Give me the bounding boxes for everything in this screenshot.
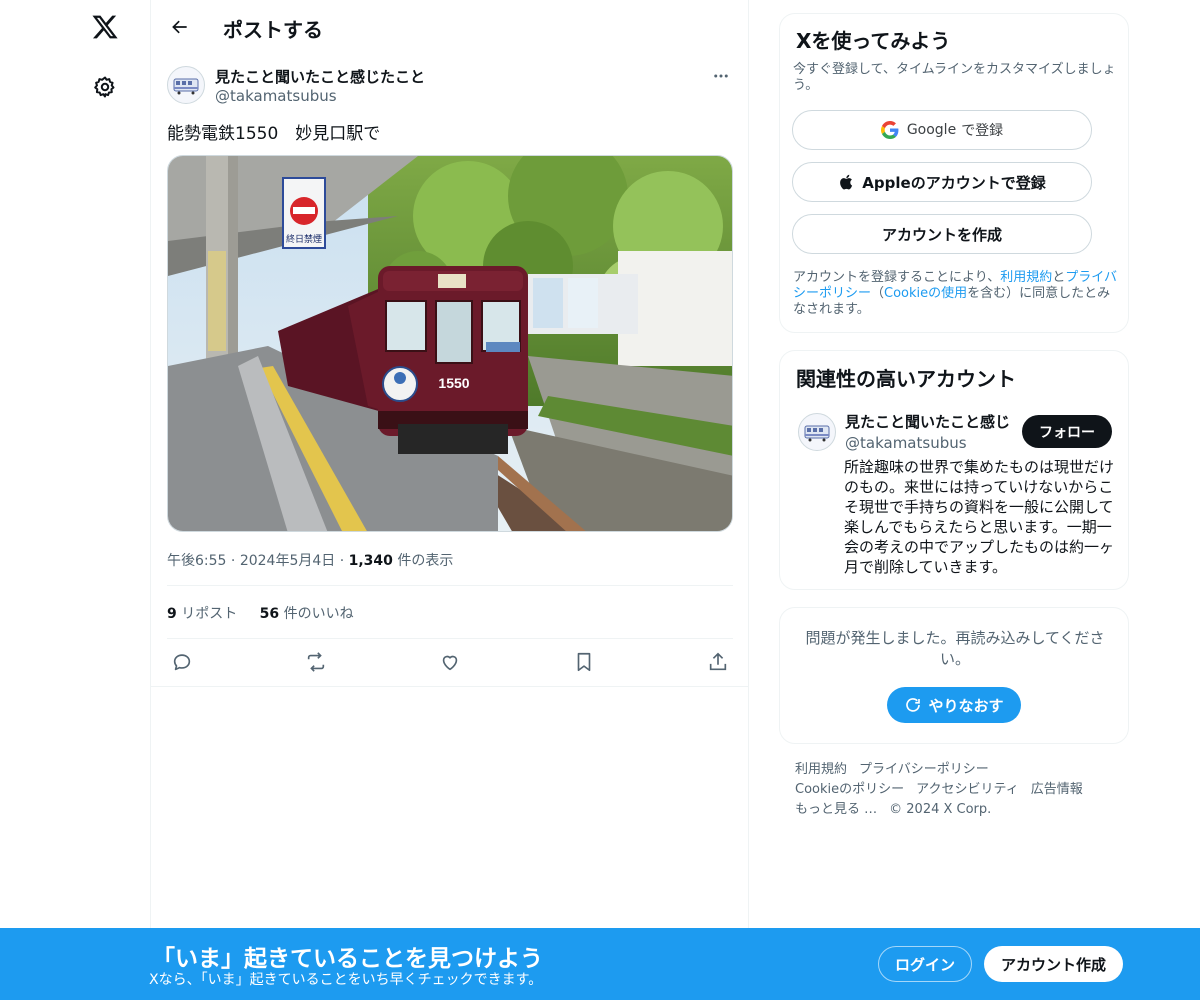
gear-icon[interactable] [89,71,121,103]
more-icon[interactable] [709,64,733,88]
post-actions [167,648,733,676]
bottom-signup-bar: 「いま」起きていることを見つけよう Xなら、「いま」起きていることをいち早くチェ… [0,928,1200,1000]
apple-signup-label: Appleのアカウントで登録 [862,173,1046,192]
author-handle[interactable]: @takamatsubus [215,87,337,105]
retry-button[interactable]: やりなおす [887,687,1021,723]
bottom-bar-title: 「いま」起きていることを見つけよう [152,946,543,972]
google-brand-label: Google [906,122,957,138]
google-signup-label: で登録 [961,123,1004,139]
post-stats: 9 リポスト 56 件のいいね [167,603,372,623]
views-label: 件の表示 [397,553,454,569]
related-title: 関連性の高いアカウント [796,367,1016,391]
image-car-number: 1550 [438,375,469,391]
like-icon[interactable] [436,648,464,676]
refresh-icon [906,698,921,712]
post-text: 能勢電鉄1550 妙見口駅で [167,124,381,144]
share-icon[interactable] [704,648,732,676]
post-date[interactable]: 2024年5月4日 [240,553,335,569]
signup-title: Xを使ってみよう [796,29,951,53]
back-arrow-icon[interactable] [163,10,197,44]
likes-label: 件のいいね [283,606,354,622]
footer-link[interactable]: 広告情報 [1031,782,1083,797]
footer-link[interactable]: 利用規約 [795,762,847,777]
left-nav [0,0,150,928]
login-button[interactable]: ログイン [878,946,972,982]
footer-link[interactable]: Cookieのポリシー [795,782,904,797]
avatar[interactable] [798,413,836,451]
related-account-name[interactable]: 見たこと聞いたこと感じ [845,411,1015,432]
bottom-bar-subtitle: Xなら、「いま」起きていることをいち早くチェックできます。 [149,972,543,988]
signup-subtitle: 今すぐ登録して、タイムラインをカスタマイズしましょう。 [793,62,1116,93]
legal-prefix: アカウントを登録することにより、 [793,270,1001,285]
create-account-label: アカウントを作成 [881,225,1002,244]
follow-button[interactable]: フォロー [1022,415,1112,448]
error-message: 問題が発生しました。再読み込みしてください。 [805,629,1105,668]
page-title: ポストする [223,18,323,42]
meta-dot: · [230,553,240,569]
related-accounts-card: 関連性の高いアカウント 見たこと聞いたこと感じ @takamatsubus フォ… [779,350,1129,590]
reply-icon[interactable] [168,648,196,676]
divider [167,638,733,639]
terms-link[interactable]: 利用規約 [1000,270,1052,285]
bookmark-icon[interactable] [570,648,598,676]
related-account-bio: 所詮趣味の世界で集めたものは現世だけのもの。来世には持っていけないからこそ現世で… [844,458,1115,576]
legal-paren: （ [871,286,885,301]
avatar[interactable] [167,66,205,104]
footer-link[interactable]: もっと見る … [795,802,877,817]
reposts-label: リポスト [181,606,238,622]
x-logo-icon[interactable] [89,11,121,43]
apple-signup-button[interactable]: Appleのアカウントで登録 [792,162,1092,202]
meta-dot: · [339,553,349,569]
footer-link[interactable]: アクセシビリティ [916,782,1019,797]
copyright: © 2024 X Corp. [889,802,992,817]
footer-link[interactable]: プライバシーポリシー [859,762,989,777]
footer-links: 利用規約 プライバシーポリシー Cookieのポリシー アクセシビリティ 広告情報 も… [795,760,1125,820]
author-name[interactable]: 見たこと聞いたこと感じたこと [215,66,425,87]
main-column: ポストする 見たこと聞いたこと感じたこと @takamatsubus 能勢電鉄1… [150,0,749,928]
views-count: 1,340 [348,553,393,569]
post-author: 見たこと聞いたこと感じたこと @takamatsubus [167,64,733,108]
post-meta: 午後6:55 · 2024年5月4日 · 1,340 件の表示 [167,550,453,570]
post-time[interactable]: 午後6:55 [167,553,226,569]
likes-count: 56 [259,606,280,622]
retry-label: やりなおす [928,696,1004,715]
create-account-button[interactable]: アカウントを作成 [792,214,1092,254]
legal-text: アカウントを登録することにより、利用規約とプライバシーポリシー（Cookieの使… [793,270,1118,318]
post-image[interactable]: 終日禁煙 1550 [167,155,733,532]
related-account-handle[interactable]: @takamatsubus [845,434,967,452]
divider [167,585,733,586]
image-sign-text: 終日禁煙 [286,233,322,245]
apple-icon [840,174,853,190]
error-card: 問題が発生しました。再読み込みしてください。 やりなおす [779,607,1129,744]
repost-icon[interactable] [302,648,330,676]
divider [151,686,749,687]
google-icon [880,121,899,139]
signup-card: Xを使ってみよう 今すぐ登録して、タイムラインをカスタマイズしましょう。 Goo… [779,13,1129,333]
create-account-bottom-button[interactable]: アカウント作成 [984,946,1123,982]
reposts-stat[interactable]: 9 リポスト [167,606,237,622]
cookie-link[interactable]: Cookieの使用 [884,286,967,301]
reposts-count: 9 [167,606,177,622]
post-header: ポストする [151,0,749,53]
google-signup-button[interactable]: Google で登録 [792,110,1092,150]
likes-stat[interactable]: 56 件のいいね [260,606,354,622]
legal-and: と [1052,270,1066,285]
